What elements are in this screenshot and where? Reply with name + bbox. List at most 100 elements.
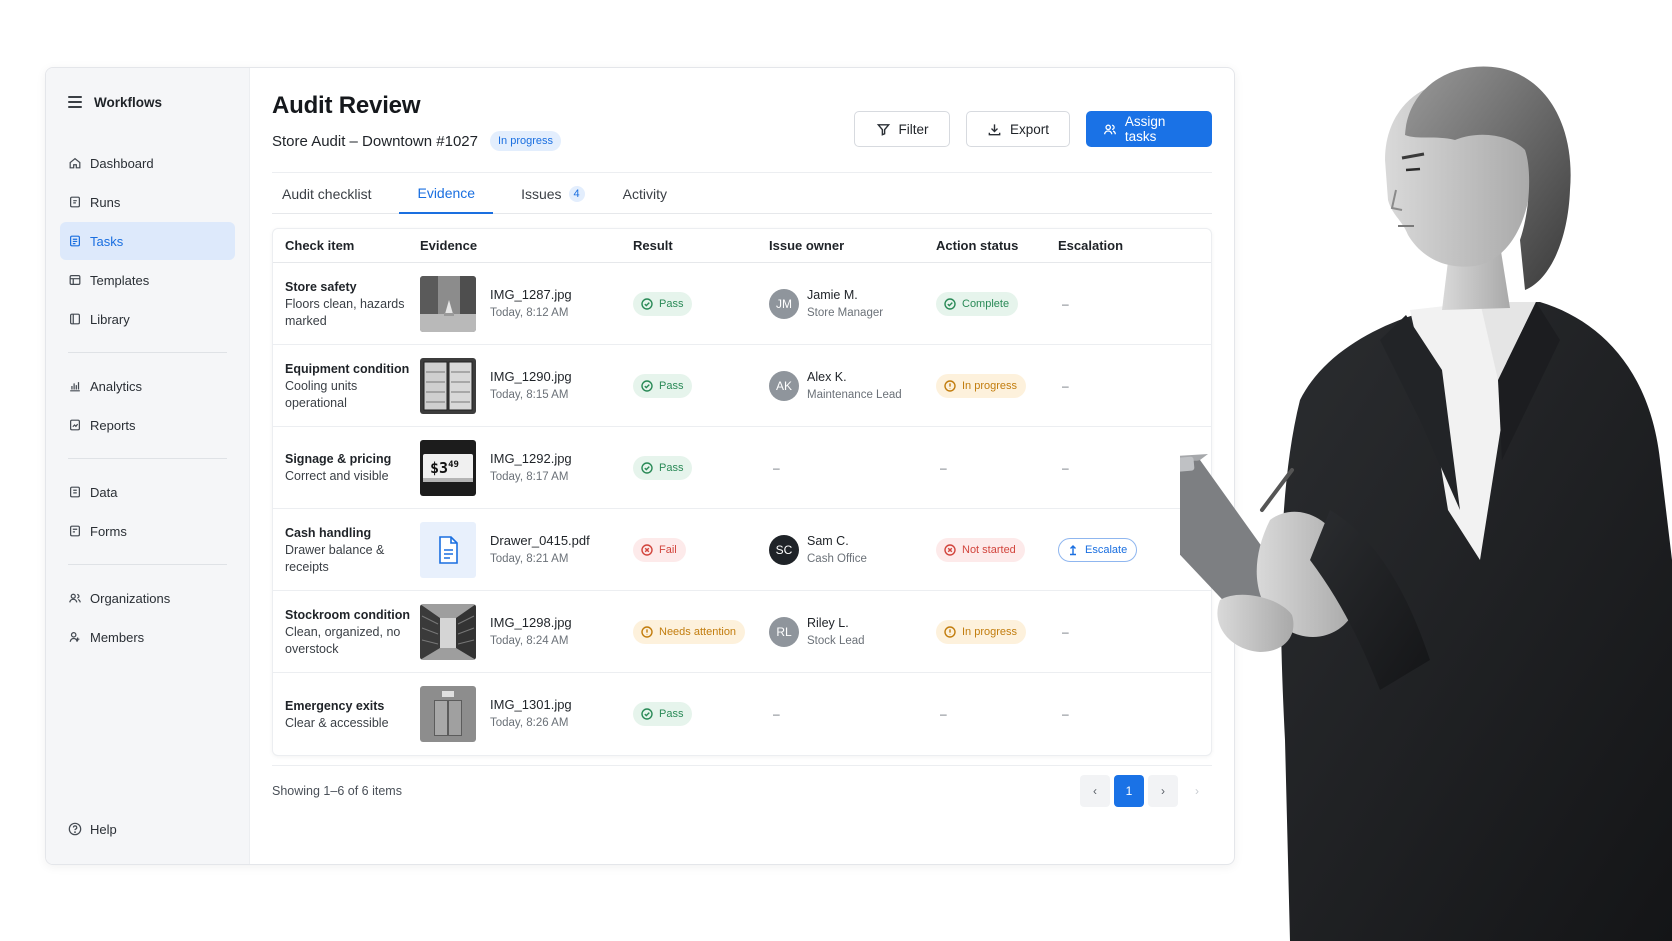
result-badge: Pass [633, 373, 693, 398]
page-title: Audit Review [272, 92, 421, 119]
result-cell: Pass [633, 291, 769, 316]
evidence-file-name[interactable]: IMG_1290.jpg [490, 368, 572, 386]
action-status-cell: In progress [936, 619, 1058, 644]
empty-value: – [1062, 624, 1069, 639]
tab-evidence[interactable]: Evidence [399, 173, 494, 214]
sidebar-divider [68, 458, 227, 459]
result-cell: Pass [633, 455, 769, 480]
x-circle-icon [641, 543, 653, 556]
home-icon [68, 156, 82, 170]
sidebar-item-tasks[interactable]: Tasks [60, 222, 235, 260]
sidebar-item-data[interactable]: Data [60, 473, 235, 511]
check-item-description: Clear & accessible [285, 715, 389, 730]
sidebar-item-organizations[interactable]: Organizations [60, 579, 235, 617]
escalate-button[interactable]: Escalate [1058, 537, 1138, 562]
sidebar-item-forms[interactable]: Forms [60, 512, 235, 550]
forms-icon [68, 524, 82, 538]
filter-icon [876, 123, 890, 136]
column-header: Result [633, 238, 673, 253]
prev-page-button[interactable]: ‹ [1080, 774, 1110, 807]
alert-circle-icon [944, 379, 956, 392]
pill-label: Complete [962, 297, 1010, 310]
empty-value: – [1062, 460, 1069, 475]
sidebar-item-label: Members [90, 629, 145, 645]
sidebar-item-label: Templates [90, 272, 150, 288]
evidence-thumbnail[interactable] [420, 521, 476, 578]
check-item-cell: Signage & pricing Correct and visible [273, 450, 420, 485]
evidence-cell: Drawer_0415.pdf Today, 8:21 AM [420, 521, 633, 578]
users-icon [1103, 124, 1117, 134]
stage: Workflows Dashboard Runs Tasks Templates Lib… [0, 0, 1672, 941]
evidence-thumbnail[interactable] [420, 275, 476, 332]
issue-owner-cell: – [769, 707, 936, 721]
analytics-icon [68, 379, 82, 393]
result-badge: Pass [633, 455, 693, 480]
evidence-file-name[interactable]: Drawer_0415.pdf [490, 532, 590, 550]
table-footer: Showing 1–6 of 6 items ‹ 1 › › [272, 765, 1212, 815]
page-subtitle-row: Store Audit – Downtown #1027 In progress [272, 131, 562, 151]
check-item-title: Store safety [285, 279, 357, 294]
escalate-icon [1067, 544, 1079, 556]
sidebar-item-library[interactable]: Library [60, 300, 235, 338]
pill-label: Not started [962, 543, 1016, 556]
owner-name: Alex K. [807, 369, 847, 384]
page-button-current[interactable]: 1 [1114, 774, 1144, 807]
sidebar-item-analytics[interactable]: Analytics [60, 367, 235, 405]
help-icon [68, 822, 82, 836]
menu-icon[interactable] [68, 96, 82, 108]
pill-label: Pass [659, 708, 684, 720]
export-label: Export [1009, 121, 1050, 137]
result-badge: Pass [633, 702, 693, 726]
sidebar-item-label: Runs [90, 194, 121, 210]
library-icon [68, 312, 82, 326]
evidence-file-name[interactable]: IMG_1292.jpg [490, 450, 572, 468]
empty-value: – [773, 460, 780, 475]
table-row: Cash handling Drawer balance & receipts Dr… [273, 509, 1211, 591]
sidebar-item-reports[interactable]: Reports [60, 406, 235, 444]
result-cell: Pass [633, 702, 769, 726]
evidence-timestamp: Today, 8:17 AM [490, 470, 569, 483]
avatar: AK [769, 370, 799, 401]
owner-role: Cash Office [807, 552, 867, 565]
empty-value: – [940, 707, 947, 721]
sidebar-item-runs[interactable]: Runs [60, 183, 235, 221]
sidebar-item-dashboard[interactable]: Dashboard [60, 144, 235, 182]
evidence-cell: IMG_1301.jpg Today, 8:26 AM [420, 686, 633, 742]
sidebar-item-templates[interactable]: Templates [60, 261, 235, 299]
export-button[interactable]: Export [966, 111, 1070, 147]
check-item-title: Cash handling [285, 525, 372, 540]
evidence-table: Check item Evidence Result Issue owner Actio… [272, 228, 1212, 756]
evidence-file-name[interactable]: IMG_1298.jpg [490, 614, 572, 632]
pill-label: Fail [659, 543, 677, 556]
next-page-button[interactable]: › [1148, 774, 1178, 807]
tab-label: Evidence [417, 184, 476, 201]
evidence-thumbnail[interactable]: $349 [420, 439, 476, 496]
evidence-file-info: IMG_1301.jpg Today, 8:26 AM [490, 696, 572, 732]
check-item-description: Drawer balance & receipts [285, 542, 385, 574]
filter-button[interactable]: Filter [854, 111, 950, 147]
tab-activity[interactable]: Activity [613, 173, 677, 214]
sidebar-item-members[interactable]: Members [60, 618, 235, 656]
tab-audit-checklist[interactable]: Audit checklist [272, 173, 381, 214]
evidence-thumbnail[interactable] [420, 357, 476, 414]
sidebar-item-label: Help [90, 821, 117, 837]
evidence-file-name[interactable]: IMG_1287.jpg [490, 286, 572, 304]
owner-name: Sam C. [807, 533, 849, 548]
owner-info: Jamie M. Store Manager [807, 286, 883, 322]
evidence-thumbnail[interactable] [420, 686, 476, 742]
evidence-thumbnail[interactable] [420, 603, 476, 660]
check-item-description: Floors clean, hazards marked [285, 296, 405, 328]
sidebar-item-help[interactable]: Help [60, 810, 236, 848]
check-item-cell: Store safety Floors clean, hazards marked [273, 278, 420, 330]
action-status-cell: In progress [936, 373, 1058, 398]
tab-label: Audit checklist [282, 185, 372, 202]
evidence-timestamp: Today, 8:26 AM [490, 717, 569, 729]
tab-count-badge: 4 [568, 185, 585, 202]
evidence-file-name[interactable]: IMG_1301.jpg [490, 696, 572, 714]
issue-owner-cell: – [769, 461, 936, 475]
sidebar-item-label: Library [90, 311, 130, 327]
tab-issues[interactable]: Issues 4 [511, 173, 595, 214]
alert-circle-icon [641, 625, 653, 638]
evidence-file-info: IMG_1292.jpg Today, 8:17 AM [490, 450, 572, 486]
sidebar-help: Help [60, 810, 236, 848]
